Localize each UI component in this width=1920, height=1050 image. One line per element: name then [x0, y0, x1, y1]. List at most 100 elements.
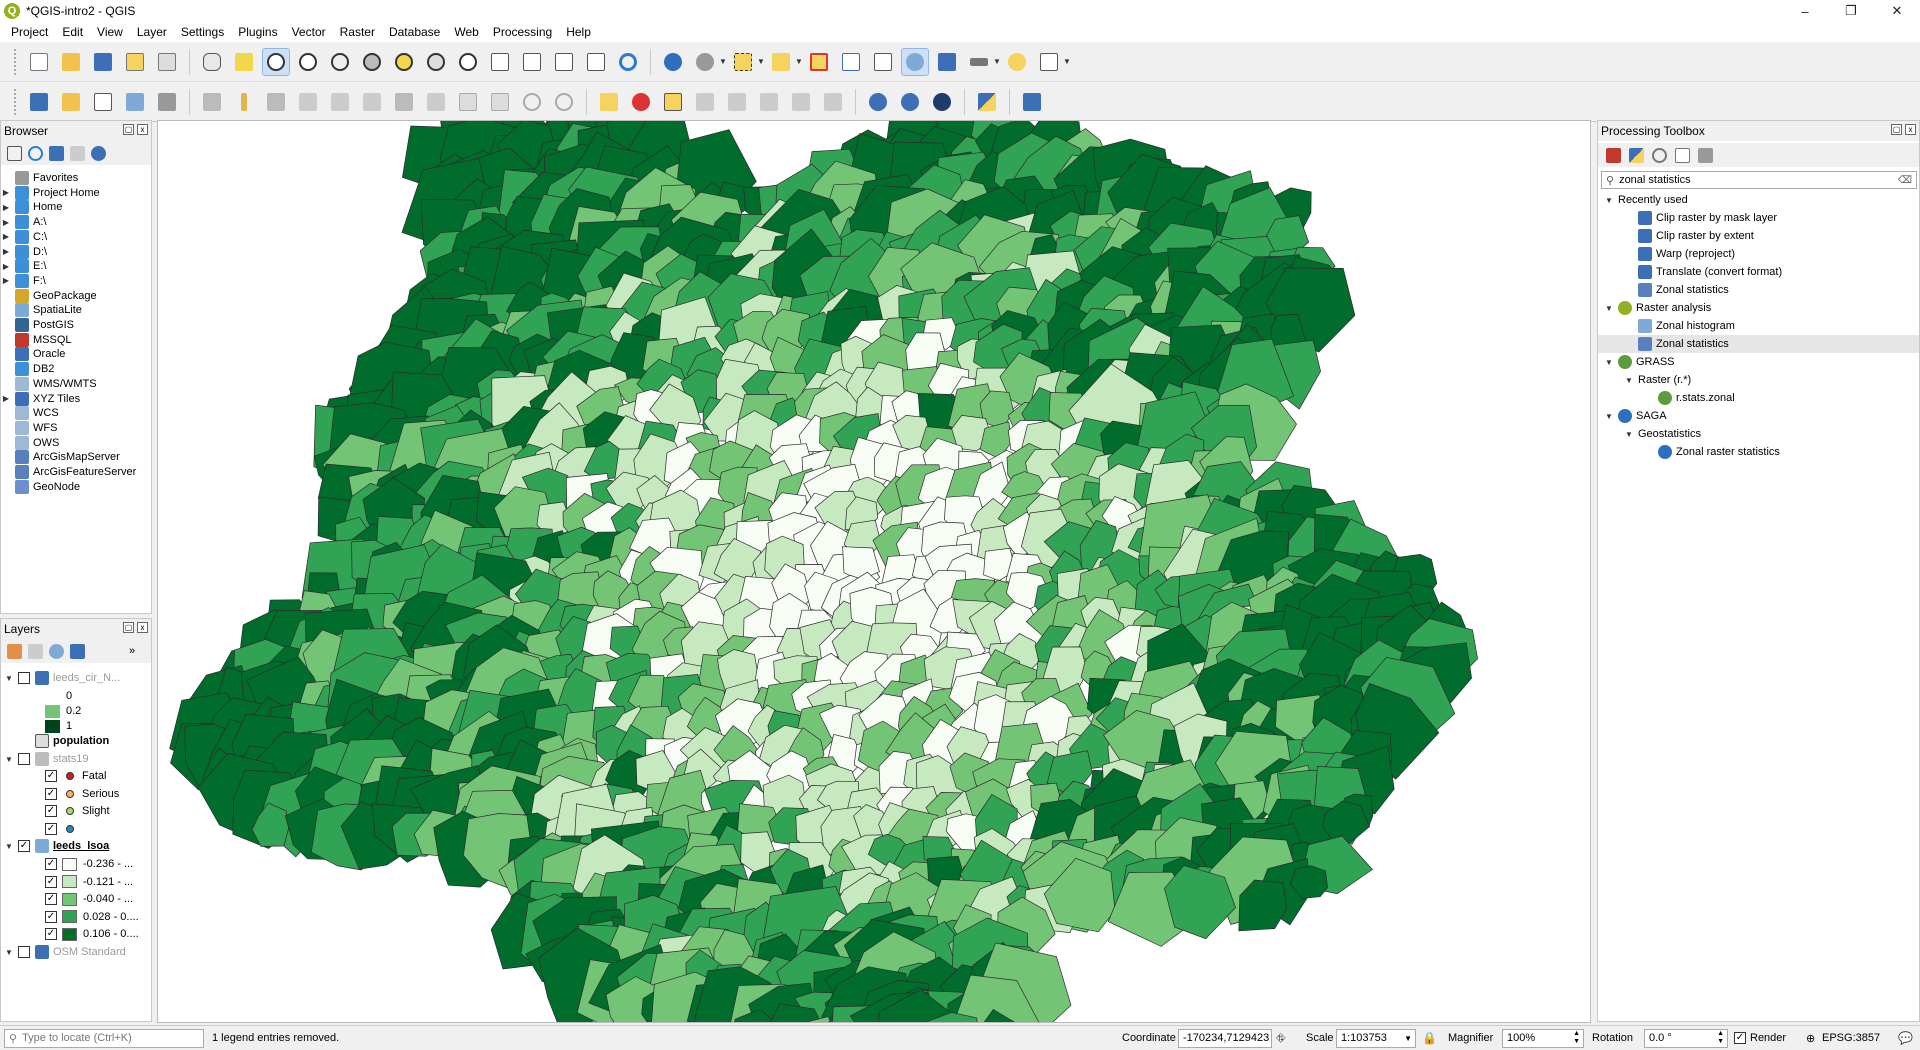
layer-visibility-checkbox[interactable]: ✓: [18, 840, 30, 852]
new-map-view-button[interactable]: [551, 49, 577, 75]
float-button[interactable]: ▢: [123, 622, 134, 633]
deselect-button[interactable]: [806, 49, 832, 75]
expand-arrow-icon[interactable]: ▼: [1604, 196, 1614, 205]
layer-row[interactable]: population: [1, 732, 109, 750]
processing-item[interactable]: ▼ Raster (r.*): [1598, 371, 1919, 389]
expand-arrow-icon[interactable]: ▼: [1604, 304, 1614, 313]
processing-search-input[interactable]: zonal statistics: [1619, 174, 1691, 186]
float-button[interactable]: ▢: [123, 124, 134, 135]
menu-database[interactable]: Database: [382, 25, 447, 39]
expand-arrow-icon[interactable]: ▶: [1, 188, 11, 197]
vertex-tool-button[interactable]: [327, 89, 353, 115]
crs-icon[interactable]: ⊕: [1806, 1032, 1815, 1045]
expand-arrow-icon[interactable]: ▶: [1, 232, 11, 241]
toggle-editing-button[interactable]: [231, 89, 257, 115]
expand-arrow-icon[interactable]: ▶: [1, 262, 11, 271]
save-project-button[interactable]: [90, 49, 116, 75]
coordinate-field[interactable]: -170234,7129423: [1178, 1028, 1272, 1048]
expand-arrow-icon[interactable]: ▼: [1604, 412, 1614, 421]
expand-arrow-icon[interactable]: ▼: [4, 948, 14, 957]
processing-item[interactable]: ▼ Geostatistics: [1598, 425, 1919, 443]
coordinate-toggle-icon[interactable]: ⛗: [1276, 1031, 1286, 1046]
refresh-button[interactable]: [615, 49, 641, 75]
style-icon[interactable]: [7, 643, 22, 659]
rotate-label-button[interactable]: [756, 89, 782, 115]
menu-layer[interactable]: Layer: [130, 25, 174, 39]
menu-edit[interactable]: Edit: [55, 25, 90, 39]
expand-arrow-icon[interactable]: ▼: [4, 755, 14, 764]
layer-row[interactable]: ✓ -0.121 - ...: [1, 873, 133, 891]
zoom-native-button[interactable]: [455, 49, 481, 75]
layer-row[interactable]: ✓ 0.028 - 0....: [1, 908, 139, 926]
processing-toolbox-button[interactable]: [901, 47, 929, 76]
chevron-down-icon[interactable]: ▼: [1404, 1034, 1412, 1043]
modify-attributes-button[interactable]: [359, 89, 385, 115]
processing-item[interactable]: r.stats.zonal: [1598, 389, 1919, 407]
category-checkbox[interactable]: ✓: [45, 770, 57, 782]
labeling-button[interactable]: [596, 89, 622, 115]
filter-icon[interactable]: [70, 643, 85, 659]
category-checkbox[interactable]: ✓: [45, 787, 57, 800]
layer-row[interactable]: ▼ OSM Standard: [1, 943, 126, 961]
globe-button-3[interactable]: [929, 89, 955, 115]
processing-item[interactable]: Zonal statistics: [1598, 335, 1919, 353]
actions-button[interactable]: [692, 49, 718, 75]
label-props-button[interactable]: [820, 89, 846, 115]
pin-labels-button[interactable]: [660, 89, 686, 115]
new-virtual-layer-button[interactable]: [154, 89, 180, 115]
field-calculator-button[interactable]: [870, 49, 896, 75]
processing-item[interactable]: Warp (reproject): [1598, 245, 1919, 263]
expand-arrow-icon[interactable]: ▶: [1, 203, 11, 212]
layer-row[interactable]: ✓ Fatal: [1, 767, 106, 785]
more-button[interactable]: »: [129, 645, 135, 657]
models-icon[interactable]: [1606, 147, 1621, 163]
zoom-last-button[interactable]: [487, 49, 513, 75]
processing-item[interactable]: ▼ Raster analysis: [1598, 299, 1919, 317]
open-project-button[interactable]: [58, 49, 84, 75]
category-checkbox[interactable]: ✓: [45, 875, 57, 888]
expand-arrow-icon[interactable]: ▶: [1, 276, 11, 285]
category-checkbox[interactable]: ✓: [45, 928, 57, 941]
measure-button[interactable]: [966, 49, 992, 75]
layer-row[interactable]: ✓ -0.236 - ...: [1, 855, 133, 873]
layer-row[interactable]: ✓ Serious: [1, 785, 119, 803]
processing-item[interactable]: Clip raster by mask layer: [1598, 209, 1919, 227]
processing-item[interactable]: ▼ SAGA: [1598, 407, 1919, 425]
menu-raster[interactable]: Raster: [333, 25, 382, 39]
select-features-button[interactable]: [730, 49, 756, 75]
filter-icon[interactable]: [49, 145, 64, 161]
globe-button-2[interactable]: [897, 89, 923, 115]
refresh-icon[interactable]: [28, 145, 43, 161]
chevron-down-icon[interactable]: ▼: [993, 57, 1001, 66]
spin-icon[interactable]: ▲ ▼: [1573, 1030, 1580, 1046]
layer-visibility-checkbox[interactable]: [18, 672, 30, 684]
identify-button[interactable]: [660, 49, 686, 75]
map-svg[interactable]: [158, 121, 1591, 1023]
menu-help[interactable]: Help: [559, 25, 598, 39]
layer-row[interactable]: ✓ 0.106 - 0....: [1, 925, 139, 943]
layer-visibility-checkbox[interactable]: [18, 753, 30, 765]
undo-button[interactable]: [519, 89, 545, 115]
processing-item[interactable]: ▼ Recently used: [1598, 191, 1919, 209]
zoom-full-button[interactable]: [359, 49, 385, 75]
expand-arrow-icon[interactable]: ▼: [1624, 376, 1634, 385]
lock-icon[interactable]: 🔒: [1422, 1031, 1437, 1045]
browser-item[interactable]: GeoNode: [1, 478, 80, 496]
options-icon[interactable]: [1698, 147, 1713, 163]
help-button[interactable]: [1019, 89, 1045, 115]
processing-item[interactable]: Translate (convert format): [1598, 263, 1919, 281]
expand-arrow-icon[interactable]: ▶: [1, 394, 11, 403]
category-checkbox[interactable]: ✓: [45, 858, 57, 870]
change-label-button[interactable]: [788, 89, 814, 115]
processing-item[interactable]: Zonal statistics: [1598, 281, 1919, 299]
history-icon[interactable]: [1652, 147, 1667, 163]
statistical-summary-button[interactable]: [934, 49, 960, 75]
expand-arrow-icon[interactable]: ▼: [1624, 430, 1634, 439]
chevron-down-icon[interactable]: ▼: [1063, 57, 1071, 66]
layer-row[interactable]: ▼ leeds_cir_N...: [1, 669, 120, 687]
menu-vector[interactable]: Vector: [285, 25, 333, 39]
expand-arrow-icon[interactable]: ▶: [1, 218, 11, 227]
zoom-in-button[interactable]: [262, 47, 290, 76]
copy-button[interactable]: [455, 89, 481, 115]
close-panel-button[interactable]: x: [137, 124, 148, 135]
